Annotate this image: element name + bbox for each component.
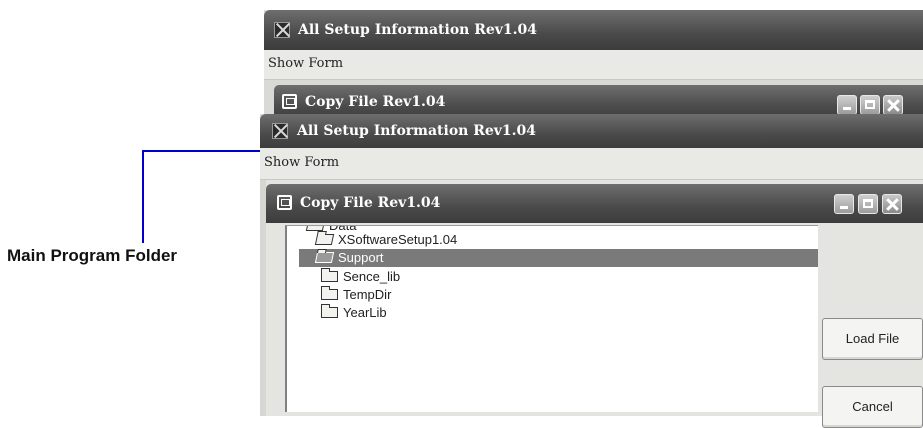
menu-show-form[interactable]: Show Form (264, 155, 339, 170)
folder-icon (321, 286, 338, 300)
copy-file-titlebar[interactable]: Copy File Rev1.04 (266, 184, 923, 223)
back-window-title: All Setup Information Rev1.04 (298, 22, 537, 38)
copy-file-window: Copy File Rev1.04 Data XSoftwareSetup1.0… (266, 180, 923, 428)
folder-icon (321, 268, 338, 282)
app-window-icon (272, 123, 288, 139)
maximize-icon[interactable] (860, 95, 880, 115)
folder-icon (321, 304, 338, 318)
app-window-icon (274, 22, 290, 38)
close-icon[interactable] (882, 194, 902, 214)
menu-show-form[interactable]: Show Form (268, 56, 343, 71)
load-file-button[interactable]: Load File (822, 318, 923, 360)
copy-file-title: Copy File Rev1.04 (300, 195, 441, 211)
back-window-titlebar[interactable]: All Setup Information Rev1.04 (264, 10, 923, 50)
back-child-title: Copy File Rev1.04 (305, 94, 446, 110)
folder-tree[interactable]: Data XSoftwareSetup1.04 Support Sence_li… (285, 225, 818, 412)
front-window-titlebar[interactable]: All Setup Information Rev1.04 (260, 114, 923, 148)
front-window-title: All Setup Information Rev1.04 (297, 123, 536, 139)
minimize-icon[interactable] (834, 194, 854, 214)
minimize-icon[interactable] (837, 95, 857, 115)
back-window: All Setup Information Rev1.04 Show Form … (264, 10, 923, 122)
folder-icon (314, 252, 335, 263)
front-window-menubar: Show Form (260, 148, 923, 180)
callout-line-vertical (142, 150, 144, 243)
close-icon[interactable] (883, 95, 903, 115)
callout-line-horizontal (142, 150, 264, 152)
copy-file-window-icon (282, 94, 297, 109)
callout-label: Main Program Folder (7, 246, 178, 265)
maximize-icon[interactable] (858, 194, 878, 214)
back-window-menubar: Show Form (264, 50, 923, 80)
cancel-button[interactable]: Cancel (822, 386, 923, 428)
folder-icon (314, 234, 335, 245)
copy-file-window-icon (277, 195, 292, 210)
front-window: All Setup Information Rev1.04 Show Form … (260, 114, 923, 428)
